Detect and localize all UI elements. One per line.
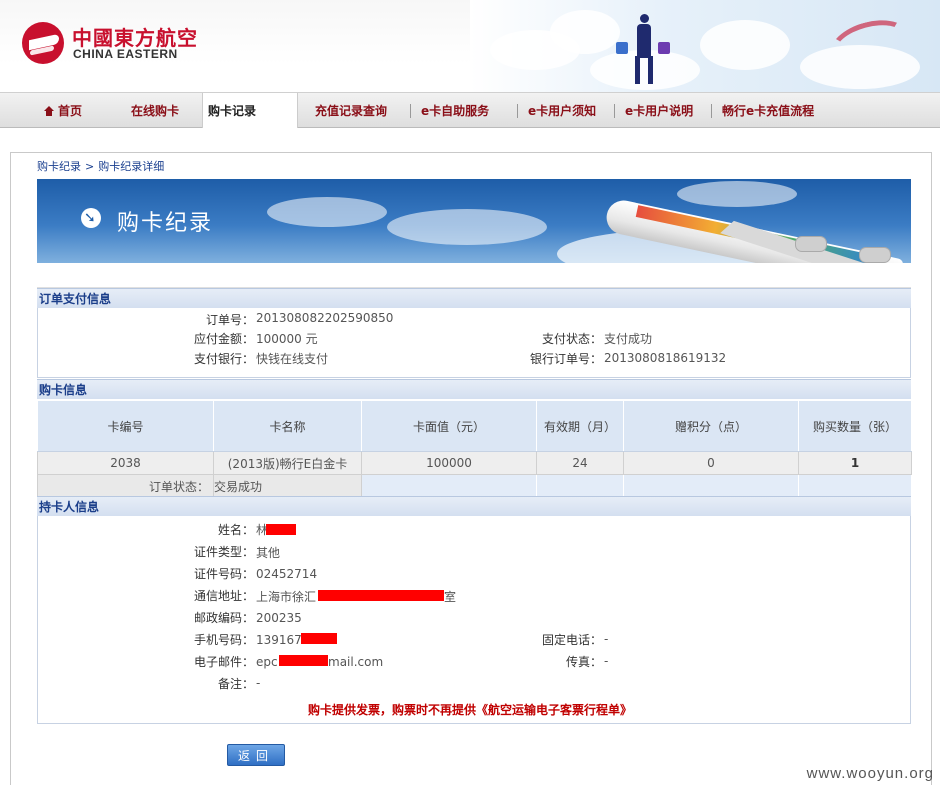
page-banner: 购卡纪录 [37, 179, 911, 263]
amount-value: 100000 元 [256, 332, 318, 346]
bank-value: 快钱在线支付 [256, 352, 329, 366]
shopping-bag-icon [658, 42, 670, 54]
bank-order-value: 2013080818619132 [604, 351, 727, 365]
order-status-label: 订单状态： [37, 474, 214, 498]
nav-home[interactable]: 首页 [44, 93, 82, 127]
pay-status-value: 支付成功 [604, 332, 653, 346]
site-header: 中國東方航空 CHINA EASTERN [0, 0, 940, 92]
nav-ecard-user-guide[interactable]: e卡用户说明 [625, 93, 693, 127]
brand-name-en: CHINA EASTERN [73, 47, 178, 61]
nav-recharge-query[interactable]: 充值记录查询 [315, 93, 387, 127]
breadcrumb: 购卡纪录 > 购卡纪录详细 [37, 158, 168, 174]
breadcrumb-separator: > [85, 160, 95, 173]
remark-value: - [256, 676, 261, 690]
breadcrumb-purchase-detail: 购卡纪录详细 [98, 160, 165, 173]
nav-ecard-self-service[interactable]: e卡自助服务 [421, 93, 489, 127]
id-type-value: 其他 [256, 546, 281, 560]
header-illustration [470, 0, 940, 92]
remark-label: 备注： [217, 677, 254, 691]
section-card-holder: 持卡人信息 [37, 496, 911, 516]
id-no-label: 证件号码： [193, 567, 254, 581]
cell-card-no: 2038 [37, 451, 214, 475]
card-purchase-table: 卡编号 卡名称 卡面值（元） 有效期（月） 赠积分（点） 购买数量（张） 203… [37, 400, 912, 498]
col-card-name: 卡名称 [213, 400, 362, 452]
postcode-label: 邮政编码： [193, 611, 254, 625]
arrow-circle-icon [81, 208, 101, 228]
id-type-label: 证件类型： [193, 545, 254, 559]
cell-points: 0 [623, 451, 799, 475]
cell-face-value: 100000 [361, 451, 537, 475]
nav-divider [517, 104, 518, 118]
order-no-value: 201308082202590850 [256, 311, 394, 325]
nav-ecard-user-notice[interactable]: e卡用户须知 [528, 93, 596, 127]
nav-purchase-records[interactable]: 购卡记录 [202, 93, 298, 128]
pay-status-label: 支付状态： [541, 332, 602, 346]
mobile-label: 手机号码： [193, 633, 254, 647]
nav-ecard-recharge-flow[interactable]: 畅行e卡充值流程 [722, 93, 814, 127]
swallow-logo-icon [22, 22, 64, 64]
invoice-notice: 购卡提供发票，购票时不再提供《航空运输电子客票行程单》 [307, 703, 632, 717]
order-status-row: 订单状态： 交易成功 [37, 474, 912, 498]
fax-value: - [604, 654, 609, 668]
postcode-value: 200235 [256, 611, 302, 625]
bank-label: 支付银行： [193, 352, 254, 366]
section-card-purchase: 购卡信息 [37, 379, 911, 399]
email-prefix: epc [256, 655, 278, 669]
col-face-value: 卡面值（元） [361, 400, 537, 452]
breadcrumb-purchase-records[interactable]: 购卡纪录 [37, 160, 81, 173]
airplane-engine [795, 236, 827, 252]
luggage-icon [616, 42, 628, 54]
address-suffix: 室 [444, 590, 457, 604]
nav-buy-card-online[interactable]: 在线购卡 [131, 93, 179, 127]
cell-card-name: (2013版)畅行E白金卡 [213, 451, 362, 475]
cell-quantity: 1 [798, 451, 912, 475]
table-row: 2038 (2013版)畅行E白金卡 100000 24 0 1 [37, 451, 912, 475]
phone-label: 固定电话： [541, 633, 602, 647]
id-no-value: 02452714 [256, 567, 318, 581]
section-order-payment: 订单支付信息 [37, 288, 911, 308]
amount-label: 应付金额： [193, 332, 254, 346]
col-validity: 有效期（月） [536, 400, 624, 452]
cell-validity: 24 [536, 451, 624, 475]
col-card-no: 卡编号 [37, 400, 214, 452]
bank-order-label: 银行订单号： [529, 352, 602, 366]
address-prefix: 上海市徐汇 [256, 590, 317, 604]
fax-label: 传真： [565, 655, 602, 669]
watermark: www.wooyun.org [806, 765, 934, 782]
table-header-row: 卡编号 卡名称 卡面值（元） 有效期（月） 赠积分（点） 购买数量（张） [37, 400, 912, 452]
nav-divider [410, 104, 411, 118]
traveler-figure-icon [630, 14, 658, 84]
main-nav: 首页 在线购卡 购卡记录 充值记录查询 e卡自助服务 e卡用户须知 e卡用户说明… [0, 92, 940, 128]
banner-bottom-strip [37, 263, 911, 288]
home-icon [44, 106, 54, 116]
redaction-mark [266, 524, 296, 535]
order-no-label: 订单号： [205, 313, 254, 327]
col-quantity: 购买数量（张） [798, 400, 912, 452]
redaction-mark [279, 655, 328, 666]
order-status-value: 交易成功 [213, 474, 362, 498]
email-label: 电子邮件： [193, 655, 254, 669]
banner-title: 购卡纪录 [117, 211, 214, 236]
redaction-mark [318, 590, 444, 601]
name-label: 姓名： [217, 523, 254, 537]
back-button[interactable]: 返回 [227, 744, 285, 766]
address-label: 通信地址： [193, 589, 254, 603]
china-eastern-logo[interactable]: 中國東方航空 CHINA EASTERN [22, 20, 202, 66]
airplane-engine [859, 247, 891, 263]
nav-divider [711, 104, 712, 118]
redaction-mark [301, 633, 337, 644]
phone-value: - [604, 632, 609, 646]
email-suffix: mail.com [328, 655, 384, 669]
col-points: 赠积分（点） [623, 400, 799, 452]
nav-divider [614, 104, 615, 118]
